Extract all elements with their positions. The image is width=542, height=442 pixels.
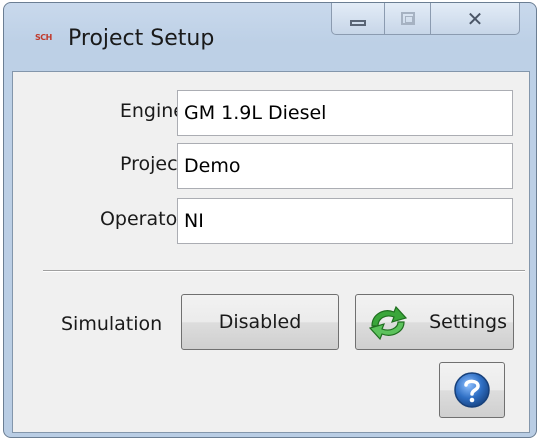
help-button[interactable]	[439, 362, 505, 418]
simulation-toggle-button[interactable]: Disabled	[181, 294, 339, 350]
app-logo: SCH	[35, 33, 52, 42]
settings-label: Settings	[429, 311, 507, 333]
simulation-toggle-label: Disabled	[218, 311, 302, 333]
maximize-button[interactable]	[385, 3, 431, 35]
operator-label: Operator	[99, 208, 185, 230]
project-label: Project	[119, 153, 185, 175]
operator-input[interactable]	[177, 198, 513, 244]
simulation-label: Simulation	[61, 313, 163, 335]
engine-row: Engine	[13, 90, 529, 136]
separator	[43, 270, 525, 272]
settings-button[interactable]: Settings	[355, 294, 514, 350]
engine-input[interactable]	[177, 90, 513, 136]
dialog-body: Engine Project Operator Simulation Disab…	[12, 71, 530, 433]
close-icon: ✕	[466, 6, 484, 31]
project-setup-window: SCH Project Setup ✕ Engine Project Opera…	[3, 2, 537, 438]
minimize-icon	[350, 19, 366, 26]
maximize-icon	[400, 12, 415, 25]
project-input[interactable]	[177, 143, 513, 189]
close-button[interactable]: ✕	[431, 3, 520, 35]
engine-label: Engine	[119, 100, 185, 122]
minimize-button[interactable]	[331, 3, 385, 35]
caption-buttons: ✕	[331, 3, 520, 36]
project-row: Project	[13, 143, 529, 189]
question-mark-icon	[454, 372, 490, 408]
title-bar[interactable]: SCH Project Setup ✕	[4, 3, 536, 71]
operator-row: Operator	[13, 198, 529, 244]
refresh-arrow-icon	[368, 305, 408, 340]
window-title: Project Setup	[68, 26, 215, 51]
